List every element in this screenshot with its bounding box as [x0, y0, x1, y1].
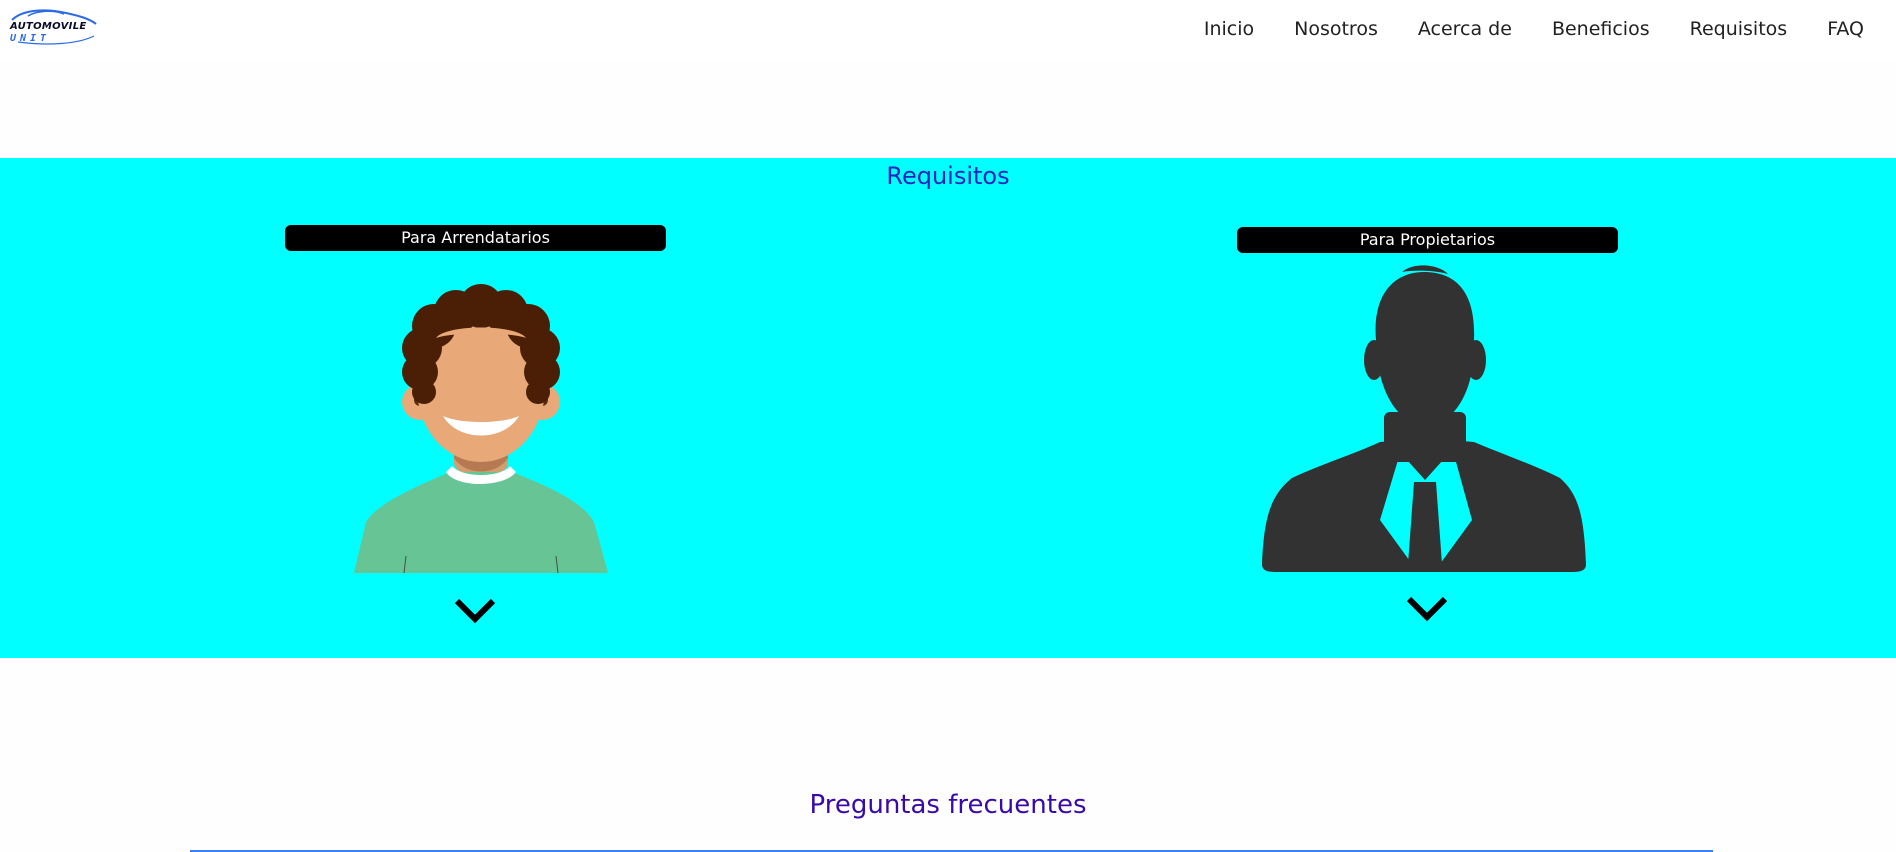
nav-link-faq[interactable]: FAQ — [1827, 18, 1864, 40]
owner-silhouette-icon — [1262, 264, 1587, 572]
nav-link-inicio[interactable]: Inicio — [1204, 18, 1254, 40]
tenant-label: Para Arrendatarios — [285, 225, 666, 251]
tenant-avatar-icon — [350, 276, 612, 574]
main-nav: Inicio Nosotros Acerca de Beneficios Req… — [1204, 18, 1864, 40]
nav-link-beneficios[interactable]: Beneficios — [1552, 18, 1650, 40]
brand-subname: UNIT — [10, 33, 51, 44]
nav-link-nosotros[interactable]: Nosotros — [1294, 18, 1378, 40]
brand-logo[interactable]: AUTOMOVILE UNIT — [8, 6, 98, 46]
nav-link-requisitos[interactable]: Requisitos — [1690, 18, 1788, 40]
requisitos-section: Requisitos Para Arrendatarios Para Propi… — [0, 158, 1896, 658]
owner-label: Para Propietarios — [1237, 227, 1618, 253]
owner-expand-chevron-icon[interactable] — [1405, 595, 1449, 623]
brand-name: AUTOMOVILE — [10, 21, 87, 32]
requisitos-title: Requisitos — [886, 162, 1010, 190]
tenant-expand-chevron-icon[interactable] — [453, 597, 497, 625]
top-navbar: AUTOMOVILE UNIT Inicio Nosotros Acerca d… — [0, 0, 1896, 62]
nav-link-acerca-de[interactable]: Acerca de — [1418, 18, 1512, 40]
faq-title: Preguntas frecuentes — [809, 790, 1087, 820]
